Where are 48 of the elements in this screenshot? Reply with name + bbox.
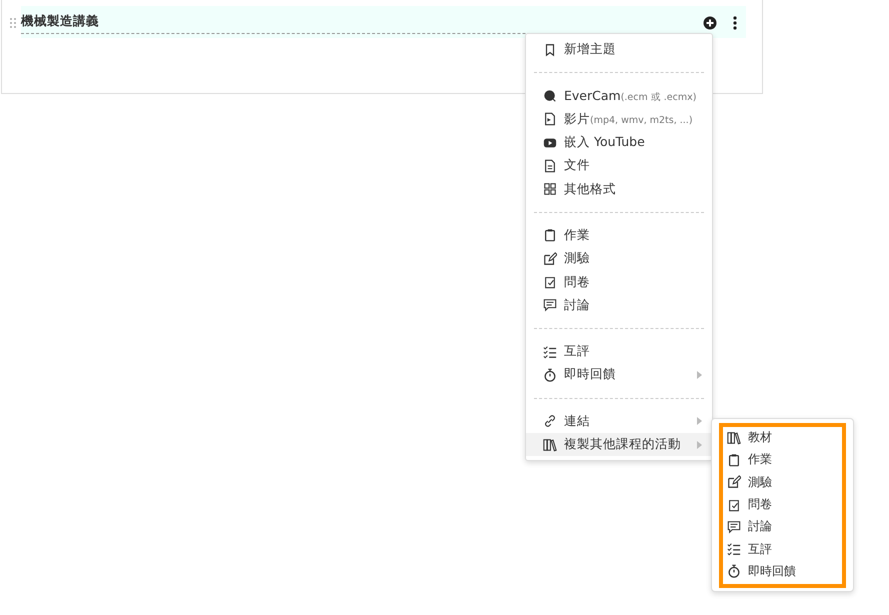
stopwatch-icon — [543, 368, 557, 382]
more-icon[interactable] — [732, 16, 738, 30]
menu-item[interactable]: 互評 — [526, 340, 712, 364]
books-icon — [543, 438, 557, 452]
caret-icon — [697, 417, 702, 426]
chat-icon — [543, 298, 557, 312]
menu-item[interactable]: 問卷 — [526, 270, 712, 294]
checklist-icon — [543, 344, 557, 359]
menu-item[interactable]: 問卷 — [727, 492, 842, 516]
menu-item[interactable]: 即時回饋 — [526, 363, 712, 387]
bookmark-icon — [543, 42, 557, 57]
caret-icon — [697, 440, 702, 448]
edit-icon — [727, 475, 741, 490]
books-icon — [727, 430, 741, 445]
camera-blob-icon — [543, 88, 557, 103]
menu-item[interactable]: 連結 — [526, 410, 712, 433]
clipboard-icon — [727, 452, 741, 467]
menu-item[interactable]: EverCam(.ecm 或 .ecmx) — [526, 84, 712, 108]
checked-clipboard-icon — [543, 275, 557, 290]
menu-item[interactable]: 複製其他課程的活動 — [526, 432, 712, 456]
menu-item[interactable]: 測驗 — [526, 247, 712, 270]
play-button-icon — [543, 136, 557, 150]
menu-item[interactable]: 討論 — [526, 294, 712, 317]
stopwatch-icon — [727, 564, 741, 578]
link-icon — [543, 414, 557, 428]
menu-item[interactable]: 即時回饋 — [727, 560, 842, 584]
caret-icon — [697, 370, 702, 379]
grid-icon — [543, 182, 557, 196]
menu-item[interactable]: 新增主題 — [526, 38, 712, 62]
menu-item[interactable]: 教材 — [727, 426, 842, 450]
menu-item[interactable]: 作業 — [727, 448, 842, 472]
checklist-icon — [727, 542, 741, 556]
checked-clipboard-icon — [727, 498, 741, 512]
menu-item[interactable]: 作業 — [526, 224, 712, 248]
menu-item[interactable]: 文件 — [526, 154, 712, 178]
chat-icon — [727, 520, 741, 534]
menu-item[interactable]: 測驗 — [727, 470, 842, 494]
add-icon[interactable] — [703, 16, 717, 30]
video-file-icon — [543, 112, 557, 126]
menu-item[interactable]: 其他格式 — [526, 177, 712, 201]
edit-icon — [543, 252, 557, 266]
document-icon — [543, 158, 557, 173]
menu-item[interactable]: 互評 — [727, 537, 842, 561]
clipboard-icon — [543, 228, 557, 242]
menu-item[interactable]: 影片(mp4, wmv, m2ts, ...) — [526, 108, 712, 131]
menu-item[interactable]: 嵌入 YouTube — [526, 130, 712, 154]
menu-item[interactable]: 討論 — [727, 515, 842, 538]
drag-handle-icon[interactable] — [9, 17, 17, 29]
